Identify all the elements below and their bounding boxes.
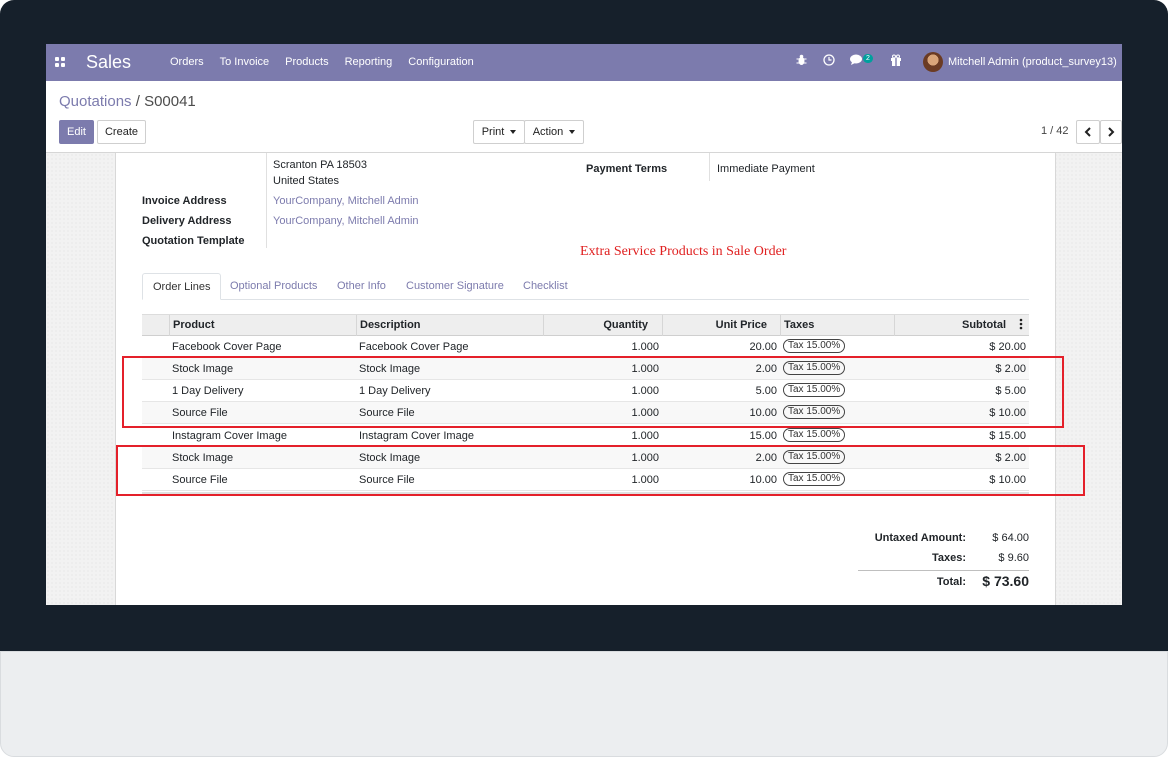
create-button[interactable]: Create xyxy=(97,120,146,144)
cell-quantity: 1.000 xyxy=(631,341,659,353)
invoice-address-label: Invoice Address xyxy=(142,195,227,207)
cell-product: Facebook Cover Page xyxy=(172,341,282,353)
activity-clock-icon[interactable] xyxy=(823,54,835,69)
tab-optional-products[interactable]: Optional Products xyxy=(220,273,327,300)
pager-next-button[interactable] xyxy=(1100,120,1122,144)
taxes-label: Taxes: xyxy=(931,552,966,564)
header-divider xyxy=(169,315,170,336)
delivery-address-link[interactable]: YourCompany, Mitchell Admin xyxy=(273,215,419,227)
top-navbar: Sales Orders To Invoice Products Reporti… xyxy=(46,44,1122,81)
chat-count-badge: 2 xyxy=(863,54,873,63)
cell-subtotal: $ 15.00 xyxy=(989,430,1026,442)
header-divider xyxy=(662,315,663,336)
annotation-text: Extra Service Products in Sale Order xyxy=(580,244,787,259)
header-divider xyxy=(543,315,544,336)
user-name: Mitchell Admin (product_survey13) xyxy=(948,56,1117,68)
highlight-box-extra-services-1 xyxy=(122,356,1064,428)
control-panel: Quotations / S00041 Edit Create Print Ac… xyxy=(46,81,1122,153)
app-brand[interactable]: Sales xyxy=(86,52,131,73)
app-screen: Sales Orders To Invoice Products Reporti… xyxy=(46,44,1122,605)
header-divider xyxy=(894,315,895,336)
breadcrumb: Quotations / S00041 xyxy=(59,93,196,110)
pager-value[interactable]: 1 / 42 xyxy=(1041,125,1069,137)
untaxed-amount-label: Untaxed Amount: xyxy=(874,532,966,544)
menu-orders[interactable]: Orders xyxy=(170,56,204,68)
table-header: Product Description Quantity Unit Price … xyxy=(142,314,1029,336)
action-button[interactable]: Action xyxy=(524,120,584,144)
total-value: $ 73.60 xyxy=(982,573,1029,589)
menu-products[interactable]: Products xyxy=(285,56,328,68)
chat-bubble-icon[interactable] xyxy=(850,54,864,69)
cell-quantity: 1.000 xyxy=(631,430,659,442)
table-row[interactable]: Facebook Cover Page Facebook Cover Page … xyxy=(142,336,1029,358)
tab-checklist[interactable]: Checklist xyxy=(513,273,578,300)
cell-unit-price: 15.00 xyxy=(749,430,777,442)
cell-unit-price: 20.00 xyxy=(749,341,777,353)
breadcrumb-current: S00041 xyxy=(144,93,196,110)
cell-description: Facebook Cover Page xyxy=(359,341,469,353)
totals-divider xyxy=(858,570,1029,571)
menu-configuration[interactable]: Configuration xyxy=(408,56,473,68)
menu-to-invoice[interactable]: To Invoice xyxy=(220,56,270,68)
gift-icon[interactable] xyxy=(890,54,902,69)
header-taxes[interactable]: Taxes xyxy=(784,319,814,331)
payment-terms-value[interactable]: Immediate Payment xyxy=(717,163,815,175)
quotation-template-label: Quotation Template xyxy=(142,235,245,247)
untaxed-amount-value: $ 64.00 xyxy=(992,532,1029,544)
print-button[interactable]: Print xyxy=(473,120,525,144)
address-line1: Scranton PA 18503 xyxy=(273,159,367,171)
chevron-left-icon xyxy=(1084,127,1091,137)
cell-product: Instagram Cover Image xyxy=(172,430,287,442)
table-row[interactable]: Instagram Cover Image Instagram Cover Im… xyxy=(142,425,1029,447)
total-label: Total: xyxy=(936,576,966,588)
pager-previous-button[interactable] xyxy=(1076,120,1100,144)
tax-badge: Tax 15.00% xyxy=(783,428,846,442)
chevron-right-icon xyxy=(1108,127,1115,137)
bug-icon[interactable] xyxy=(796,54,807,69)
header-divider xyxy=(780,315,781,336)
header-subtotal[interactable]: Subtotal xyxy=(898,319,1006,331)
header-unit-price[interactable]: Unit Price xyxy=(666,319,767,331)
column-options-icon[interactable] xyxy=(1019,318,1023,333)
payment-terms-label: Payment Terms xyxy=(586,163,668,175)
user-menu[interactable]: Mitchell Admin (product_survey13) xyxy=(948,56,1122,68)
main-menu: Orders To Invoice Products Reporting Con… xyxy=(170,56,490,68)
edit-button[interactable]: Edit xyxy=(59,120,94,144)
delivery-address-label: Delivery Address xyxy=(142,215,232,227)
header-quantity[interactable]: Quantity xyxy=(547,319,648,331)
header-description[interactable]: Description xyxy=(360,319,421,331)
highlight-box-extra-services-2 xyxy=(116,445,1085,496)
header-divider xyxy=(356,315,357,336)
apps-menu-icon[interactable] xyxy=(55,57,65,67)
print-label: Print xyxy=(481,126,505,138)
action-label: Action xyxy=(532,126,564,138)
device-stand xyxy=(0,651,1168,757)
action-caret-icon xyxy=(569,130,576,135)
tab-customer-signature[interactable]: Customer Signature xyxy=(396,273,514,300)
breadcrumb-separator: / xyxy=(131,93,145,110)
user-avatar[interactable] xyxy=(923,52,943,72)
breadcrumb-quotations[interactable]: Quotations xyxy=(59,93,132,110)
header-product[interactable]: Product xyxy=(173,319,215,331)
menu-reporting[interactable]: Reporting xyxy=(345,56,393,68)
print-caret-icon xyxy=(510,130,517,135)
invoice-address-link[interactable]: YourCompany, Mitchell Admin xyxy=(273,195,419,207)
cell-description: Instagram Cover Image xyxy=(359,430,474,442)
taxes-value: $ 9.60 xyxy=(998,552,1029,564)
notebook-tabs: Order Lines Optional Products Other Info… xyxy=(142,273,1029,300)
tax-badge: Tax 15.00% xyxy=(783,339,846,353)
address-line2: United States xyxy=(273,175,340,187)
tab-order-lines[interactable]: Order Lines xyxy=(142,273,222,300)
tab-other-info[interactable]: Other Info xyxy=(327,273,396,300)
field-separator-right xyxy=(709,153,710,181)
field-separator-left xyxy=(266,153,267,248)
cell-subtotal: $ 20.00 xyxy=(989,341,1026,353)
